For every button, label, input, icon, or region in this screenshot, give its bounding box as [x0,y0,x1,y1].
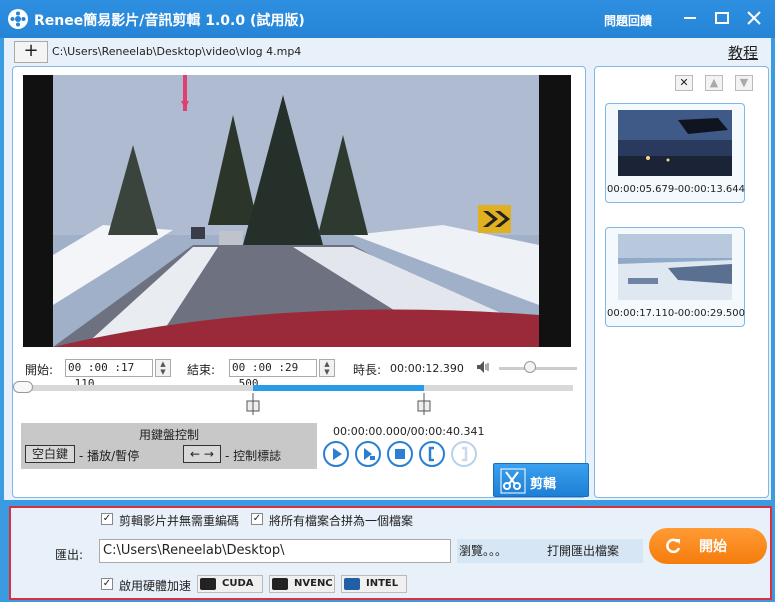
set-end-button[interactable] [451,441,477,467]
stop-icon [395,449,405,459]
duration-label: 時長: [353,363,382,377]
close-icon[interactable] [744,8,764,28]
start-time-stepper[interactable]: ▲ ▼ [155,359,171,377]
clip-thumbnail [618,234,732,300]
main-area: + C:\Users\Reneelab\Desktop\video\vlog 4… [4,38,771,500]
file-path: C:\Users\Reneelab\Desktop\video\vlog 4.m… [52,45,302,58]
tutorial-link[interactable]: 教程 [728,42,758,63]
title-bar: Renee簡易影片/音訊剪輯 1.0.0 (試用版) 問題回饋 [0,0,775,38]
move-up-button[interactable]: ▲ [705,75,723,91]
maximize-icon[interactable] [712,8,732,28]
start-button[interactable]: 開始 [649,528,767,564]
clip-list-panel: ✕ ▲ ▼ 00:00:05.679-00:00:13.644 00:00:17… [594,66,769,498]
start-label: 開始 [699,539,727,555]
hw-accel-label: 啟用硬體加速 [119,579,192,593]
cut-label: 剪輯 [530,477,557,492]
play-selection-button[interactable] [355,441,381,467]
play-icon [333,448,342,460]
duration-value: 00:00:12.390 [390,362,464,375]
video-preview[interactable] [23,75,571,347]
feedback-link[interactable]: 問題回饋 [604,12,652,29]
no-reencode-checkbox[interactable]: ✓ [101,513,113,525]
play-selection-icon [364,448,375,460]
clip-time-range: 00:00:05.679-00:00:13.644 [607,184,745,195]
play-button[interactable] [323,441,349,467]
delete-clip-button[interactable]: ✕ [675,75,693,91]
clip-thumbnail [618,110,732,176]
nvidia-chip-icon [200,578,216,590]
space-key-desc: - 播放/暫停 [79,449,140,463]
start-marker-icon[interactable] [245,393,261,415]
set-start-button[interactable] [419,441,445,467]
clip-item[interactable]: 00:00:05.679-00:00:13.644 [605,103,745,203]
space-key: 空白鍵 [25,445,75,463]
minimize-icon[interactable] [680,8,700,28]
gpu-name: CUDA [222,578,254,589]
gpu-name: INTEL [366,578,399,589]
export-path-input[interactable]: C:\Users\Reneelab\Desktop\ [99,539,451,563]
start-label: 開始: [25,363,54,377]
clip-item[interactable]: 00:00:17.110-00:00:29.500 [605,227,745,327]
gpu-name: NVENC [294,578,333,589]
timeline-selection [252,385,424,391]
clip-time-range: 00:00:17.110-00:00:29.500 [607,308,745,319]
video-frame [23,75,571,347]
app-logo-icon [8,9,28,29]
gpu-badge-nvenc: NVENC [269,575,335,593]
export-section: ✓ 剪輯影片并無需重編碼 ✓ 將所有檔案合拼為一個檔案 匯出: C:\Users… [9,506,772,600]
volume-slider[interactable] [499,367,577,370]
stop-button[interactable] [387,441,413,467]
start-time-input[interactable]: 00 :00 :17 .110 [65,359,153,390]
cut-button[interactable]: 剪輯 [493,463,589,497]
open-export-folder-button[interactable]: 打開匯出檔案 [523,539,643,563]
merge-files-label: 將所有檔案合拼為一個檔案 [269,514,414,528]
export-label: 匯出: [55,548,84,562]
end-time-input[interactable]: 00 :00 :29 .500 [229,359,317,390]
bracket-left-icon [428,446,434,462]
keyboard-help-title: 用鍵盤控制 [138,428,199,442]
browse-button[interactable]: 瀏覽。。。 [457,539,523,563]
nvidia-chip-icon [272,578,288,590]
end-label: 結束: [187,363,216,377]
refresh-icon [666,538,681,554]
volume-icon[interactable] [476,360,490,374]
keyboard-help: 用鍵盤控制 空白鍵 - 播放/暫停 ← → - 控制標誌 [21,423,317,469]
arrow-keys: ← → [183,445,221,463]
window-title: Renee簡易影片/音訊剪輯 1.0.0 (試用版) [34,13,305,29]
arrow-keys-desc: - 控制標誌 [225,449,282,463]
merge-files-checkbox[interactable]: ✓ [251,513,263,525]
gpu-badge-cuda: CUDA [197,575,263,593]
move-down-button[interactable]: ▼ [735,75,753,91]
end-time-stepper[interactable]: ▲ ▼ [319,359,335,377]
hw-accel-checkbox[interactable]: ✓ [101,578,113,590]
no-reencode-label: 剪輯影片并無需重編碼 [119,514,240,528]
gpu-badge-intel: INTEL [341,575,407,593]
bracket-right-icon [462,446,468,462]
add-file-button[interactable]: + [14,41,48,63]
end-marker-icon[interactable] [416,393,432,415]
timeline-track[interactable] [17,385,573,391]
scissors-icon [500,468,526,494]
position-readout: 00:00:00.000/00:00:40.341 [333,425,485,438]
volume-knob[interactable] [524,361,537,373]
intel-chip-icon [344,578,360,590]
playhead-knob[interactable] [13,381,33,393]
editor-panel: 開始: 00 :00 :17 .110 ▲ ▼ 結束: 00 :00 :29 .5… [12,66,589,498]
